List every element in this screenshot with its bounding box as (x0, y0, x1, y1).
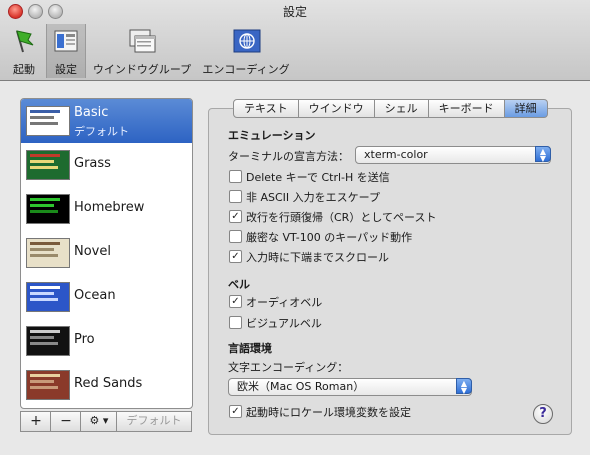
tab-text[interactable]: テキスト (233, 99, 299, 118)
window-title: 設定 (282, 5, 307, 19)
profile-item-novel[interactable]: Novel (21, 231, 192, 275)
popup-arrows-icon: ▲ ▼ (456, 378, 472, 395)
terminal-type-select[interactable]: xterm-color ▲ ▼ (355, 146, 551, 164)
bell-heading: ベル (228, 278, 250, 291)
profile-name: Grass (74, 156, 111, 171)
settings-window-icon (53, 28, 79, 54)
toolbar-window-groups-label: ウインドウグループ (92, 63, 192, 76)
profile-item-basic[interactable]: Basic デフォルト (21, 99, 192, 143)
text-encoding-select[interactable]: 欧米（Mac OS Roman） ▲ ▼ (228, 378, 472, 396)
delete-ctrl-h-label: Delete キーで Ctrl-H を送信 (246, 171, 390, 184)
tab-window[interactable]: ウインドウ (298, 99, 375, 118)
toolbar-settings-label: 設定 (55, 63, 77, 76)
strict-vt100-keypad-label: 厳密な VT-100 のキーパッド動作 (246, 231, 413, 244)
emulation-heading: エミュレーション (228, 129, 316, 142)
paste-newline-cr-label: 改行を行頭復帰（CR）としてペースト (246, 211, 437, 224)
toolbar-settings[interactable]: 設定 (46, 24, 86, 78)
flag-icon (11, 28, 37, 54)
profile-item-homebrew[interactable]: Homebrew (21, 187, 192, 231)
paste-newline-cr-checkbox[interactable]: ✓ (229, 210, 242, 223)
profile-item-grass[interactable]: Grass (21, 143, 192, 187)
terminal-declare-label: ターミナルの宣言方法： (228, 150, 349, 163)
visual-bell-checkbox[interactable] (229, 316, 242, 329)
window-group-icon (129, 28, 156, 54)
encoding-globe-icon (233, 28, 261, 54)
title-toolbar: 設定 起動 設定 ウインドウグループ エンコーディング (0, 0, 590, 81)
text-encoding-label: 文字エンコーディング： (228, 361, 349, 374)
profile-item-pro[interactable]: Pro (21, 319, 192, 363)
audio-bell-label: オーディオベル (246, 296, 323, 309)
add-profile-button[interactable]: + (20, 411, 52, 432)
profile-actions-gear-button[interactable]: ⚙ ▾ (80, 411, 118, 432)
toolbar-startup-label: 起動 (13, 63, 35, 76)
toolbar-encoding[interactable]: エンコーディング (200, 24, 292, 78)
toolbar-encoding-label: エンコーディング (202, 63, 290, 76)
profile-list: Basic デフォルト Grass Homebrew Novel Ocean P… (20, 98, 193, 409)
language-heading: 言語環境 (228, 342, 272, 355)
strict-vt100-keypad-checkbox[interactable] (229, 230, 242, 243)
profile-thumbnail (26, 106, 70, 136)
profile-thumbnail (26, 326, 70, 356)
profile-name: Homebrew (74, 200, 145, 215)
profile-default-tag: デフォルト (74, 125, 129, 138)
tab-shell[interactable]: シェル (374, 99, 429, 118)
text-encoding-value: 欧米（Mac OS Roman） (237, 380, 365, 393)
tab-keyboard[interactable]: キーボード (428, 99, 505, 118)
scroll-to-bottom-checkbox[interactable]: ✓ (229, 250, 242, 263)
escape-non-ascii-label: 非 ASCII 入力をエスケープ (246, 191, 381, 204)
profile-thumbnail (26, 282, 70, 312)
profile-name: Basic (74, 105, 109, 120)
help-button[interactable]: ? (533, 404, 553, 424)
profile-name: Red Sands (74, 376, 143, 391)
remove-profile-button[interactable]: − (50, 411, 82, 432)
profile-name: Pro (74, 332, 95, 347)
tab-advanced[interactable]: 詳細 (504, 99, 548, 118)
profile-item-red-sands[interactable]: Red Sands (21, 363, 192, 407)
toolbar-startup[interactable]: 起動 (6, 24, 42, 78)
visual-bell-label: ビジュアルベル (246, 317, 322, 330)
popup-arrows-icon: ▲ ▼ (535, 146, 551, 163)
profile-name: Ocean (74, 288, 116, 303)
preferences-window: 設定 起動 設定 ウインドウグループ エンコーディング Basic デフォルト … (0, 0, 590, 455)
audio-bell-checkbox[interactable]: ✓ (229, 295, 242, 308)
profile-item-ocean[interactable]: Ocean (21, 275, 192, 319)
profile-thumbnail (26, 370, 70, 400)
settings-tabs: テキスト ウインドウ シェル キーボード 詳細 (233, 99, 548, 118)
profile-name: Novel (74, 244, 111, 259)
set-default-button[interactable]: デフォルト (116, 411, 192, 432)
terminal-type-value: xterm-color (364, 148, 428, 161)
profile-thumbnail (26, 150, 70, 180)
scroll-to-bottom-label: 入力時に下端までスクロール (246, 251, 389, 264)
escape-non-ascii-checkbox[interactable] (229, 190, 242, 203)
set-locale-env-label: 起動時にロケール環境変数を設定 (246, 406, 411, 419)
delete-ctrl-h-checkbox[interactable] (229, 170, 242, 183)
set-locale-env-checkbox[interactable]: ✓ (229, 405, 242, 418)
toolbar-window-groups[interactable]: ウインドウグループ (90, 24, 194, 78)
profile-thumbnail (26, 194, 70, 224)
profile-thumbnail (26, 238, 70, 268)
